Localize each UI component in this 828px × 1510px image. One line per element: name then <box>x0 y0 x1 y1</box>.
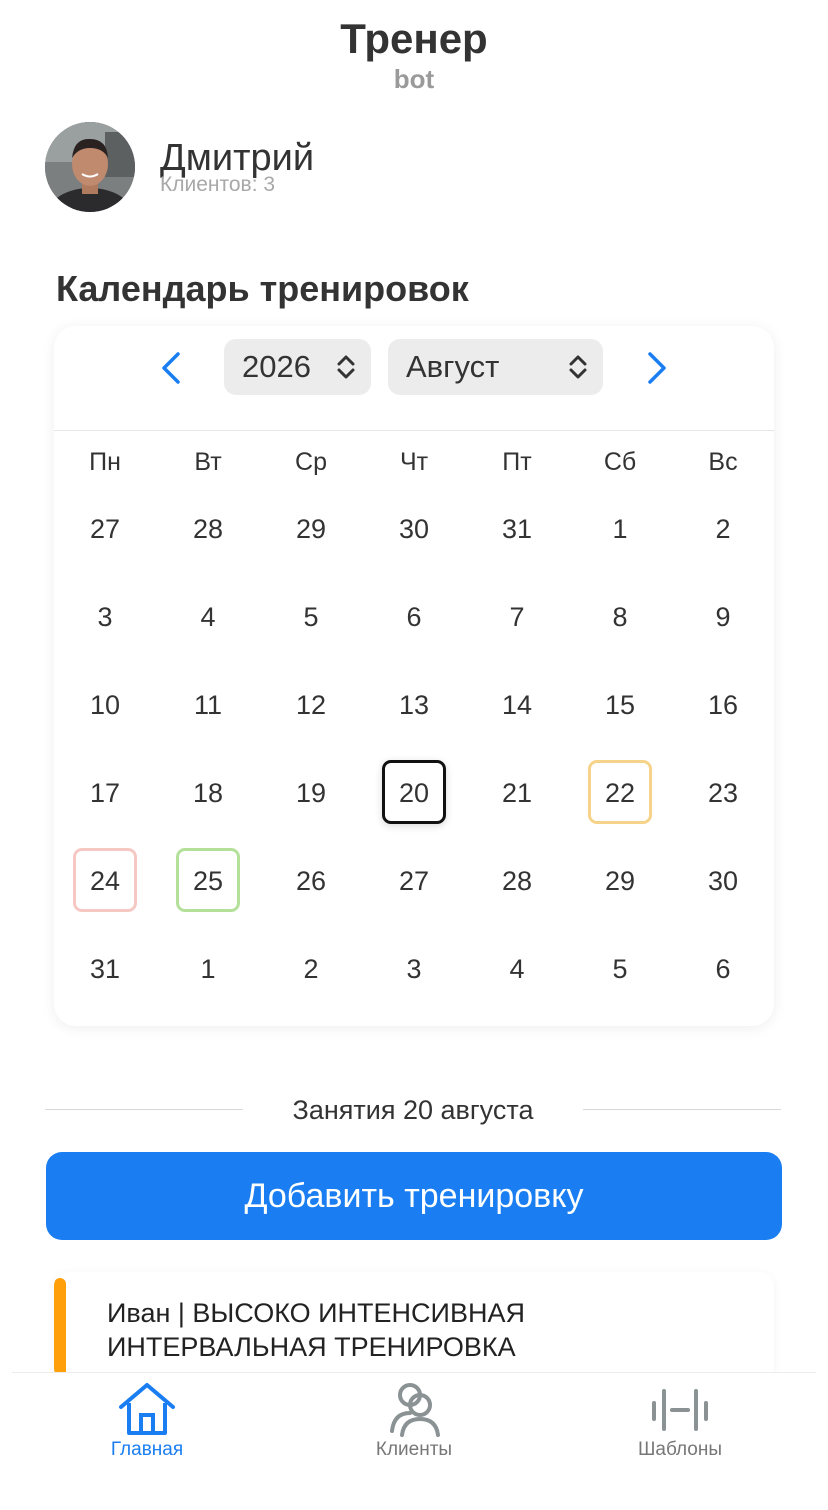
app-subtitle: bot <box>393 64 435 94</box>
trainer-profile: Дмитрий Клиентов: 3 <box>45 122 314 212</box>
profile-text: Дмитрий Клиентов: 3 <box>160 137 314 197</box>
calendar-day[interactable]: 29 <box>279 496 343 560</box>
calendar-day[interactable]: 3 <box>382 936 446 1000</box>
calendar-day[interactable]: 5 <box>588 936 652 1000</box>
calendar-title: Календарь тренировок <box>56 268 469 309</box>
app-title: Тренер <box>340 15 488 62</box>
calendar-day[interactable]: 6 <box>382 584 446 648</box>
calendar-day[interactable]: 2 <box>691 496 755 560</box>
calendar-day[interactable]: 1 <box>588 496 652 560</box>
calendar-day[interactable]: 23 <box>691 760 755 824</box>
calendar-day[interactable]: 8 <box>588 584 652 648</box>
divider-line <box>583 1109 781 1110</box>
calendar-day[interactable]: 4 <box>176 584 240 648</box>
calendar-day[interactable]: 27 <box>382 848 446 912</box>
tab-templates-label: Шаблоны <box>637 1439 723 1460</box>
calendar-day[interactable]: 15 <box>588 672 652 736</box>
calendar-day[interactable]: 4 <box>485 936 549 1000</box>
calendar-day[interactable]: 17 <box>73 760 137 824</box>
calendar-day-selected[interactable]: 20 <box>382 760 446 824</box>
calendar-day[interactable]: 19 <box>279 760 343 824</box>
avatar <box>45 122 135 212</box>
app-header: Тренер bot <box>0 14 828 94</box>
calendar-day[interactable]: 1 <box>176 936 240 1000</box>
tab-templates[interactable]: Шаблоны <box>600 1381 760 1461</box>
add-workout-button[interactable]: Добавить тренировку <box>46 1152 782 1240</box>
tab-home-label: Главная <box>110 1439 184 1460</box>
calendar-grid: 27 28 29 30 31 1 2 3 4 5 6 7 8 9 10 11 12 13 14 15 16 17 18 19 2… <box>54 326 774 1026</box>
calendar-day[interactable]: 30 <box>382 496 446 560</box>
calendar: 2026 Август Пн Вт Ср Чт Пт Сб Вс 27 28 29 30 31 1 2 3… <box>54 326 774 1026</box>
calendar-day[interactable]: 2 <box>279 936 343 1000</box>
sessions-heading: Занятия 20 августа <box>292 1095 534 1125</box>
calendar-day[interactable]: 26 <box>279 848 343 912</box>
calendar-day[interactable]: 5 <box>279 584 343 648</box>
users-icon <box>390 1383 440 1437</box>
calendar-day[interactable]: 30 <box>691 848 755 912</box>
calendar-day[interactable]: 11 <box>176 672 240 736</box>
calendar-day[interactable]: 21 <box>485 760 549 824</box>
dumbbell-icon <box>652 1389 708 1431</box>
session-title: Иван | ВЫСОКО ИНТЕНСИВНАЯ ИНТЕРВАЛЬНАЯ Т… <box>107 1298 525 1362</box>
session-card[interactable]: Иван | ВЫСОКО ИНТЕНСИВНАЯ ИНТЕРВАЛЬНАЯ Т… <box>54 1272 774 1382</box>
session-color-bar <box>54 1278 66 1382</box>
calendar-day[interactable]: 7 <box>485 584 549 648</box>
calendar-day[interactable]: 12 <box>279 672 343 736</box>
tab-clients-label: Клиенты <box>375 1439 453 1460</box>
calendar-day[interactable]: 9 <box>691 584 755 648</box>
calendar-day[interactable]: 31 <box>485 496 549 560</box>
calendar-day[interactable]: 16 <box>691 672 755 736</box>
calendar-day[interactable]: 27 <box>73 496 137 560</box>
tab-bar: Главная Клиенты Шаблоны <box>12 1372 816 1510</box>
calendar-day[interactable]: 31 <box>73 936 137 1000</box>
calendar-day-marked[interactable]: 22 <box>588 760 652 824</box>
calendar-day[interactable]: 10 <box>73 672 137 736</box>
calendar-day-marked[interactable]: 24 <box>73 848 137 912</box>
calendar-day-marked[interactable]: 25 <box>176 848 240 912</box>
calendar-day[interactable]: 28 <box>485 848 549 912</box>
calendar-day[interactable]: 29 <box>588 848 652 912</box>
sessions-divider: Занятия 20 августа <box>45 1092 781 1128</box>
home-icon <box>119 1383 175 1435</box>
calendar-day[interactable]: 14 <box>485 672 549 736</box>
tab-clients[interactable]: Клиенты <box>334 1381 494 1461</box>
calendar-day[interactable]: 28 <box>176 496 240 560</box>
calendar-day[interactable]: 3 <box>73 584 137 648</box>
calendar-day[interactable]: 13 <box>382 672 446 736</box>
tab-home[interactable]: Главная <box>67 1381 227 1461</box>
calendar-day[interactable]: 18 <box>176 760 240 824</box>
calendar-day[interactable]: 6 <box>691 936 755 1000</box>
